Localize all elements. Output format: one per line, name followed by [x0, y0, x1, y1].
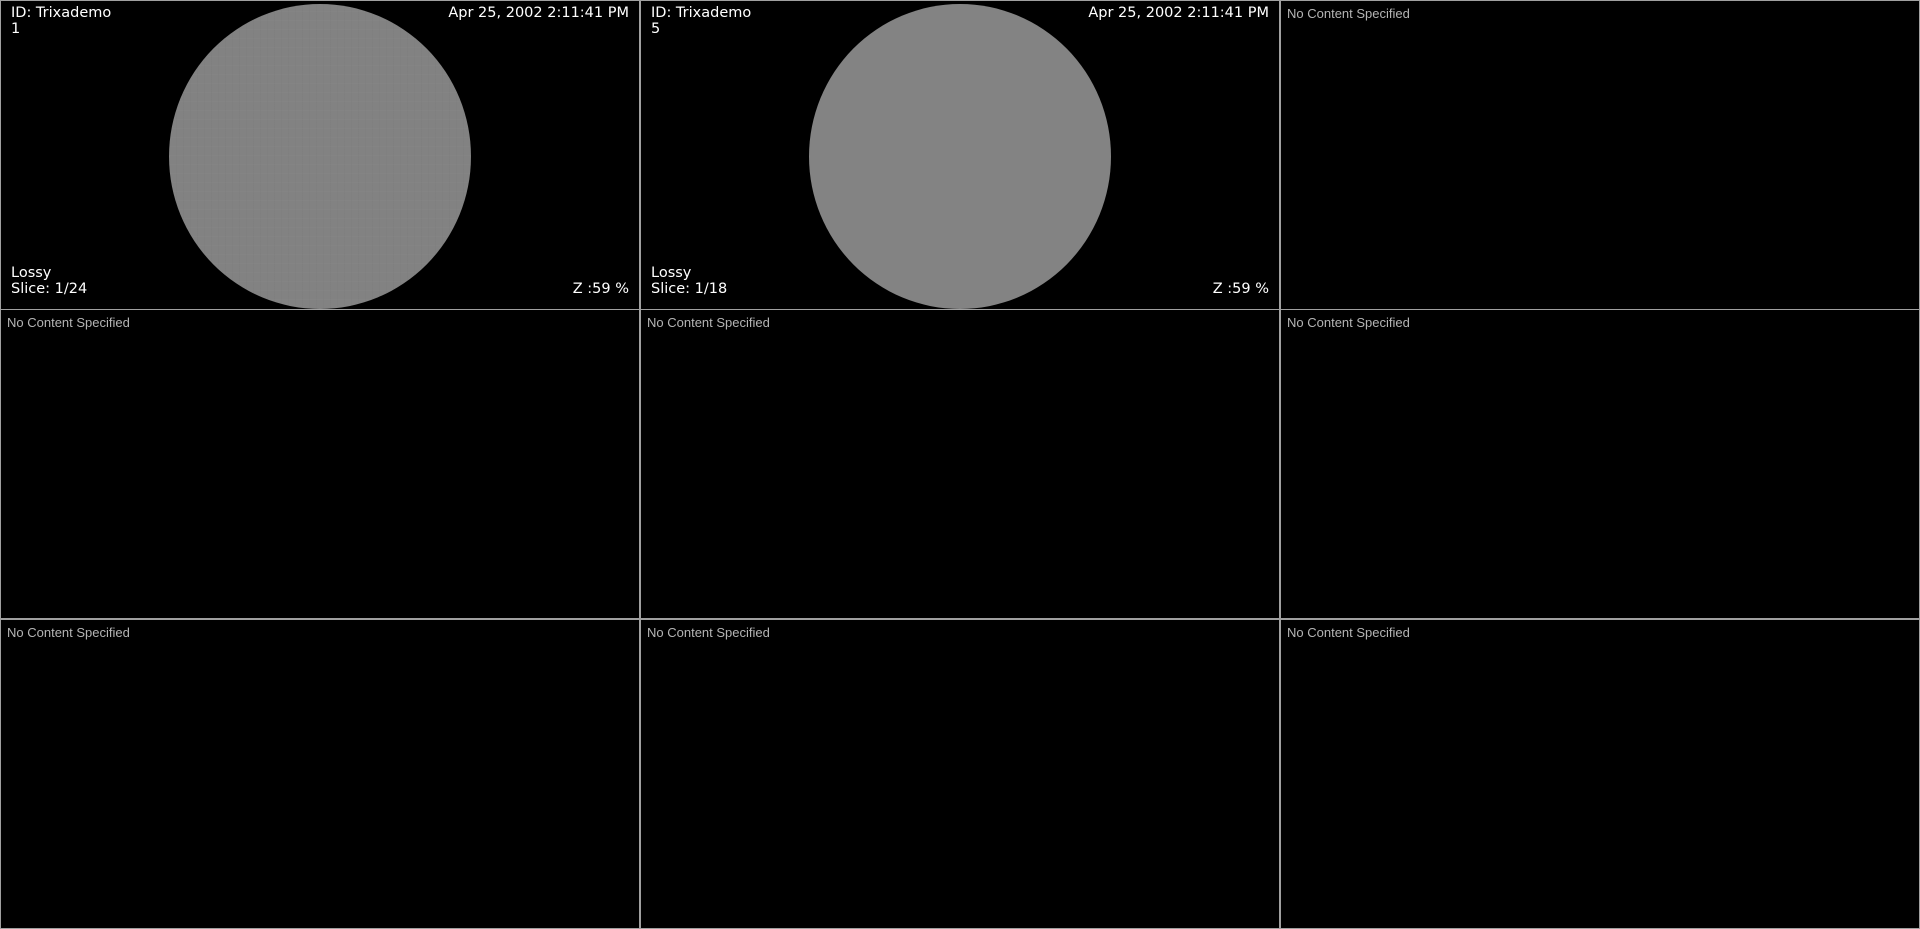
study-datetime: Apr 25, 2002 2:11:41 PM — [1088, 5, 1269, 21]
bottom-left-overlay: Lossy Slice: 1/24 — [11, 265, 87, 297]
viewport-8[interactable]: No Content Specified — [640, 619, 1280, 929]
viewport-5[interactable]: No Content Specified — [640, 309, 1280, 619]
empty-viewport-label: No Content Specified — [1287, 6, 1410, 21]
empty-viewport-label: No Content Specified — [7, 315, 130, 330]
viewport-2[interactable]: ID: Trixademo 5 Apr 25, 2002 2:11:41 PM … — [640, 0, 1280, 310]
empty-viewport-label: No Content Specified — [1287, 315, 1410, 330]
top-right-overlay: Apr 25, 2002 2:11:41 PM — [448, 5, 629, 21]
viewport-7[interactable]: No Content Specified — [0, 619, 640, 929]
zoom-level: Z :59 % — [1212, 281, 1269, 297]
top-left-overlay: ID: Trixademo 1 — [11, 5, 111, 37]
viewport-6[interactable]: No Content Specified — [1280, 309, 1920, 619]
empty-viewport-label: No Content Specified — [647, 315, 770, 330]
viewport-9[interactable]: No Content Specified — [1280, 619, 1920, 929]
slice-indicator: Slice: 1/18 — [651, 281, 728, 297]
series-number: 1 — [11, 21, 21, 37]
phantom-image — [169, 4, 471, 309]
zoom-level: Z :59 % — [572, 281, 629, 297]
compression-label: Lossy — [11, 265, 52, 281]
compression-label: Lossy — [651, 265, 692, 281]
top-left-overlay: ID: Trixademo 5 — [651, 5, 751, 37]
viewport-1[interactable]: ID: Trixademo 1 Apr 25, 2002 2:11:41 PM … — [0, 0, 640, 310]
phantom-image — [809, 4, 1111, 309]
viewport-4[interactable]: No Content Specified — [0, 309, 640, 619]
bottom-right-overlay: Z :59 % — [573, 281, 629, 297]
patient-id-label: ID: Trixademo — [11, 5, 112, 21]
series-number: 5 — [651, 21, 661, 37]
bottom-right-overlay: Z :59 % — [1213, 281, 1269, 297]
viewport-3[interactable]: No Content Specified — [1280, 0, 1920, 310]
bottom-left-overlay: Lossy Slice: 1/18 — [651, 265, 727, 297]
empty-viewport-label: No Content Specified — [647, 625, 770, 640]
viewer-grid: ID: Trixademo 1 Apr 25, 2002 2:11:41 PM … — [0, 0, 1920, 929]
slice-indicator: Slice: 1/24 — [11, 281, 88, 297]
empty-viewport-label: No Content Specified — [7, 625, 130, 640]
empty-viewport-label: No Content Specified — [1287, 625, 1410, 640]
patient-id-label: ID: Trixademo — [651, 5, 752, 21]
top-right-overlay: Apr 25, 2002 2:11:41 PM — [1088, 5, 1269, 21]
study-datetime: Apr 25, 2002 2:11:41 PM — [448, 5, 629, 21]
